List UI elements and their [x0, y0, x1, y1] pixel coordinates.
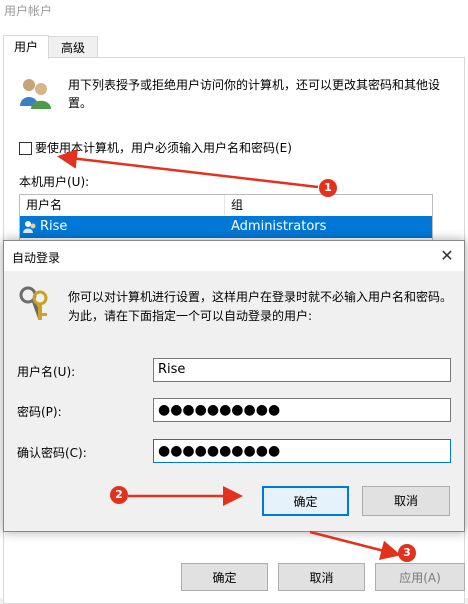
dialog-titlebar: 自动登录 ✕: [4, 241, 464, 271]
table-row[interactable]: Rise Administrators: [20, 216, 432, 238]
annotation-badge-1: 1: [319, 179, 337, 197]
dialog-description: 你可以对计算机进行设置，这样用户在登录时就不必输入用户名和密码。为此，请在下面指…: [68, 290, 453, 323]
ok-button[interactable]: 确定: [181, 563, 268, 591]
tab-users[interactable]: 用户: [3, 35, 49, 59]
users-table: 用户名 组 Rise Administrators: [19, 194, 433, 246]
annotation-badge-3: 3: [398, 544, 416, 562]
column-header-group[interactable]: 组: [225, 195, 432, 215]
username-field[interactable]: Rise: [153, 358, 451, 382]
tab-advanced[interactable]: 高级: [48, 36, 98, 59]
must-login-label[interactable]: 要使用本计算机，用户必须输入用户名和密码(E): [35, 139, 292, 156]
local-users-label: 本机用户(U):: [19, 175, 90, 189]
confirm-password-label: 确认密码(C):: [17, 446, 87, 460]
dialog-ok-button[interactable]: 确定: [262, 486, 349, 516]
row-group: Administrators: [231, 219, 327, 234]
intro-text: 用下列表授予或拒绝用户访问你的计算机，还可以更改其密码和其他设置。: [68, 78, 441, 110]
dialog-cancel-button[interactable]: 取消: [362, 486, 450, 516]
keys-icon: [19, 286, 48, 320]
apply-button[interactable]: 应用(A): [375, 563, 465, 591]
username-label: 用户名(U):: [17, 365, 76, 379]
password-field[interactable]: ●●●●●●●●●●: [153, 398, 451, 422]
users-icon: [20, 79, 51, 109]
dialog-title: 自动登录: [12, 251, 61, 265]
confirm-password-field[interactable]: ●●●●●●●●●●: [153, 439, 451, 463]
column-header-username[interactable]: 用户名: [20, 195, 225, 215]
annotation-badge-2: 2: [110, 486, 128, 504]
close-icon[interactable]: ✕: [434, 244, 460, 268]
password-label: 密码(P):: [17, 405, 62, 419]
row-username: Rise: [40, 219, 68, 234]
cancel-button[interactable]: 取消: [278, 563, 365, 591]
must-login-checkbox[interactable]: [19, 142, 32, 155]
user-icon: [23, 221, 36, 233]
auto-logon-dialog: 自动登录 ✕ 你可以对计算机进行设置，这样用户在登录时就不必输入用户名和密码。为…: [3, 240, 465, 532]
window-title: 用户帐户: [4, 4, 53, 18]
